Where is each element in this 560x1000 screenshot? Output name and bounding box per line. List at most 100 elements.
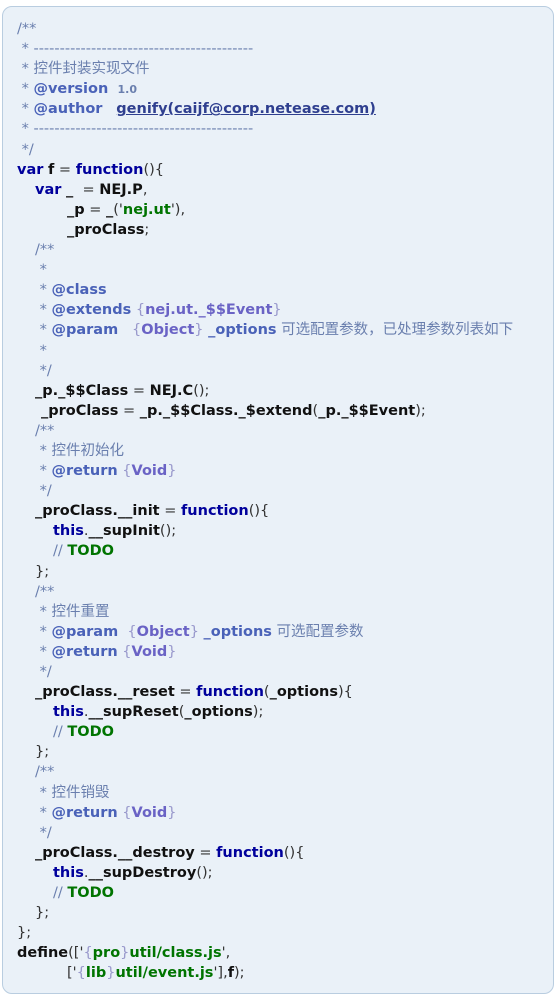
code-token: Void bbox=[131, 804, 168, 821]
code-block: /** * ----------------------------------… bbox=[3, 19, 555, 984]
code-token: Void bbox=[131, 463, 168, 480]
code-line: /** bbox=[3, 19, 555, 39]
code-token: _proClass.__init bbox=[35, 503, 160, 520]
code-token: { bbox=[127, 623, 137, 640]
code-token: __supReset bbox=[88, 704, 179, 721]
code-token: = bbox=[73, 181, 100, 198]
code-line: }; bbox=[3, 923, 555, 943]
code-token: TODO bbox=[67, 724, 114, 741]
code-token: // bbox=[53, 543, 68, 560]
code-token: @author bbox=[33, 101, 103, 118]
code-token: _p bbox=[67, 201, 85, 218]
code-line: this.__supInit(); bbox=[3, 521, 555, 541]
code-line: * 控件销毁 bbox=[3, 783, 555, 803]
code-token: } bbox=[272, 302, 282, 319]
code-line: }; bbox=[3, 562, 555, 582]
code-token: = bbox=[159, 503, 181, 520]
code-token: * bbox=[35, 282, 52, 299]
code-token: _p._$$Class._$extend bbox=[139, 402, 313, 419]
code-token: * --------------------------------------… bbox=[17, 41, 254, 58]
code-token: '), bbox=[170, 201, 186, 218]
code-token: Object bbox=[136, 623, 190, 640]
code-token: __supDestroy bbox=[88, 864, 197, 881]
code-token: // bbox=[53, 724, 68, 741]
code-token: (' bbox=[113, 201, 123, 218]
code-token: } bbox=[167, 643, 177, 660]
code-token: /** bbox=[35, 764, 55, 781]
code-token: * 控件封装实现文件 bbox=[17, 61, 150, 78]
code-line: */ bbox=[3, 140, 555, 160]
code-line: * @version 1.0 bbox=[3, 79, 555, 99]
code-token: (){ bbox=[283, 844, 305, 861]
code-token: } bbox=[167, 463, 177, 480]
code-line: * @class bbox=[3, 280, 555, 300]
code-token: util/class.js bbox=[129, 945, 222, 962]
code-token: } bbox=[189, 623, 199, 640]
code-token: _proClass.__destroy bbox=[35, 844, 195, 861]
code-line: // TODO bbox=[3, 722, 555, 742]
code-token: function bbox=[180, 503, 249, 520]
code-token: _p._$$Event bbox=[318, 402, 416, 419]
code-line: * @return {Void} bbox=[3, 461, 555, 481]
code-line: /** bbox=[3, 240, 555, 260]
code-token: _proClass bbox=[67, 221, 145, 238]
code-token: * bbox=[35, 804, 52, 821]
code-token: ); bbox=[415, 402, 426, 419]
code-token: = bbox=[128, 382, 150, 399]
code-line: * @param {Object} _options 可选配置参数 bbox=[3, 622, 555, 642]
code-token: }; bbox=[35, 744, 50, 761]
code-token: * bbox=[17, 81, 34, 98]
code-line: _p = _('nej.ut'), bbox=[3, 200, 555, 220]
code-line: _proClass = _p._$$Class._$extend(_p._$$E… bbox=[3, 401, 555, 421]
code-token: } bbox=[167, 804, 177, 821]
code-token: @return bbox=[51, 804, 118, 821]
code-line: }; bbox=[3, 903, 555, 923]
code-token: 可选配置参数，已处理参数列表如下 bbox=[276, 322, 514, 339]
code-token: nej.ut bbox=[122, 201, 171, 218]
code-token: TODO bbox=[67, 543, 114, 560]
code-token: _proClass bbox=[41, 402, 119, 419]
code-token: @param bbox=[51, 623, 119, 640]
code-line: * --------------------------------------… bbox=[3, 119, 555, 139]
code-token: 可选配置参数 bbox=[271, 623, 364, 640]
code-token: this bbox=[53, 523, 84, 540]
code-token: nej.ut._$$Event bbox=[145, 302, 273, 319]
code-token: _p._$$Class bbox=[35, 382, 129, 399]
code-line: */ bbox=[3, 361, 555, 381]
code-token: { bbox=[135, 302, 146, 319]
code-line: */ bbox=[3, 823, 555, 843]
code-token: /** bbox=[35, 422, 55, 439]
code-line: // TODO bbox=[3, 883, 555, 903]
code-token: function bbox=[196, 684, 264, 701]
code-token: var bbox=[17, 161, 44, 178]
code-token: var bbox=[35, 181, 62, 198]
code-token: _options bbox=[208, 322, 277, 339]
code-token: '], bbox=[213, 965, 228, 982]
code-token: // bbox=[53, 885, 68, 902]
code-token: (); bbox=[159, 523, 177, 540]
code-token: = bbox=[118, 402, 140, 419]
code-token: */ bbox=[17, 141, 34, 158]
code-token: Void bbox=[131, 643, 168, 660]
code-token: * --------------------------------------… bbox=[17, 121, 254, 138]
code-token: = bbox=[54, 161, 76, 178]
code-token: * bbox=[35, 342, 47, 359]
code-line: var f = function(){ bbox=[3, 160, 555, 180]
code-token: (); bbox=[193, 382, 210, 399]
code-line: _proClass.__reset = function(_options){ bbox=[3, 682, 555, 702]
code-line: * --------------------------------------… bbox=[3, 39, 555, 59]
code-line: * bbox=[3, 260, 555, 280]
code-token: _options bbox=[203, 623, 272, 640]
code-token: NEJ.P bbox=[99, 181, 143, 198]
code-token: ); bbox=[252, 704, 264, 721]
code-token: function bbox=[216, 844, 284, 861]
code-line: ['{lib}util/event.js'],f); bbox=[3, 963, 555, 983]
code-token: ; bbox=[144, 221, 150, 238]
code-token: { bbox=[132, 322, 142, 339]
code-line: }; bbox=[3, 742, 555, 762]
code-token: ); bbox=[234, 965, 245, 982]
code-token: { bbox=[122, 463, 132, 480]
author-link[interactable]: genify(caijf@corp.netease.com) bbox=[116, 101, 376, 117]
code-line: /** bbox=[3, 421, 555, 441]
